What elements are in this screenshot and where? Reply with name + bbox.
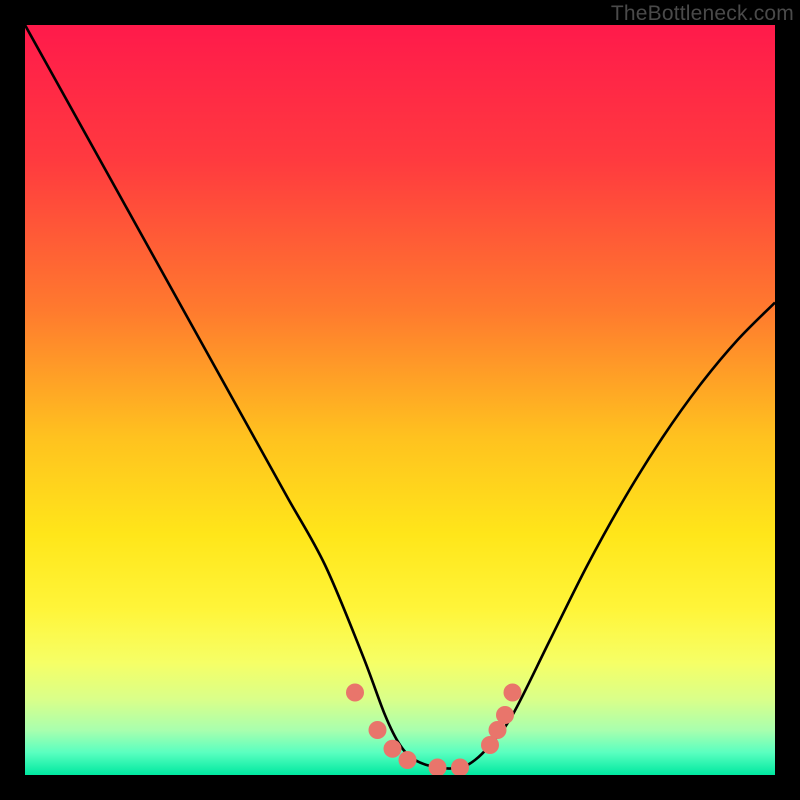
plot-area — [25, 25, 775, 775]
marker-dot — [384, 740, 402, 758]
marker-dot — [504, 684, 522, 702]
watermark: TheBottleneck.com — [611, 2, 794, 26]
bottleneck-curve — [25, 25, 775, 768]
marker-dot — [369, 721, 387, 739]
chart-frame: TheBottleneck.com — [0, 0, 800, 800]
marker-dot — [451, 759, 469, 776]
marker-dot — [496, 706, 514, 724]
curve-layer — [25, 25, 775, 775]
marker-dot — [429, 759, 447, 776]
marker-dot — [346, 684, 364, 702]
markers — [346, 684, 522, 776]
marker-dot — [399, 751, 417, 769]
